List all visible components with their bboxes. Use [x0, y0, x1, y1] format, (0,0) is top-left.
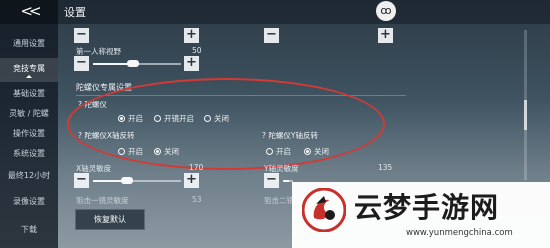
y-sensitivity-decrease-button[interactable]: − [264, 173, 279, 188]
x-sensitivity-value: 170 [189, 163, 204, 172]
decrease-button[interactable]: − [74, 28, 89, 43]
sidebar-item-final-hours[interactable]: 最终12小时 [0, 170, 58, 181]
watermark-url: www.yunmengchina.com [406, 228, 513, 238]
sidebar: 通用设置 竞技专属 基础设置 灵敏 / 陀螺 操作设置 系统设置 最终12小时 … [0, 24, 58, 248]
sidebar-item-general[interactable]: 通用设置 [0, 38, 58, 49]
scope-x-value: 53 [192, 195, 202, 204]
page-title: 设置 [64, 6, 86, 19]
sidebar-item-basic[interactable]: 基础设置 [0, 88, 58, 99]
watermark-logo-icon [302, 188, 346, 232]
reset-default-button[interactable]: 恢复默认 [75, 209, 145, 230]
x-sensitivity-slider[interactable] [93, 177, 181, 184]
sidebar-item-replay[interactable]: 录像设置 [0, 196, 58, 207]
x-sensitivity-increase-button[interactable]: + [184, 173, 199, 188]
fov-slider[interactable] [93, 60, 181, 67]
fov-value: 50 [192, 46, 202, 55]
selected-indicator-icon [26, 75, 32, 78]
scrollbar-thumb[interactable] [524, 100, 527, 130]
scrollbar[interactable] [524, 30, 527, 180]
increase-button[interactable]: + [378, 28, 393, 43]
sidebar-item-download[interactable]: 下载 [0, 224, 58, 235]
watermark-title: 云梦手游网 [354, 191, 500, 224]
decrease-button[interactable]: − [264, 28, 279, 43]
fov-decrease-button[interactable]: − [74, 56, 89, 71]
x-sensitivity-decrease-button[interactable]: − [74, 173, 89, 188]
slider-thumb[interactable] [127, 60, 139, 67]
fov-increase-button[interactable]: + [184, 56, 199, 71]
increase-button[interactable]: + [184, 28, 199, 43]
scope-x-label: 狙击一镜灵敏度 [76, 196, 129, 205]
slider-thumb[interactable] [121, 177, 133, 184]
sidebar-item-competitive[interactable]: 竞技专属 [0, 58, 58, 82]
sidebar-item-system[interactable]: 系统设置 [0, 148, 58, 159]
highlight-ellipse [67, 78, 385, 170]
watermark: 云梦手游网 www.yunmengchina.com [292, 182, 550, 248]
sidebar-item-controls[interactable]: 操作设置 [0, 128, 58, 139]
double-chevron-left-icon: << [20, 2, 41, 20]
sidebar-item-sensitivity[interactable]: 灵敏 / 陀螺 [0, 108, 58, 119]
y-sensitivity-value: 135 [378, 163, 393, 172]
back-button[interactable]: << [0, 0, 58, 24]
emblem-icon: ꝏ [376, 1, 396, 21]
